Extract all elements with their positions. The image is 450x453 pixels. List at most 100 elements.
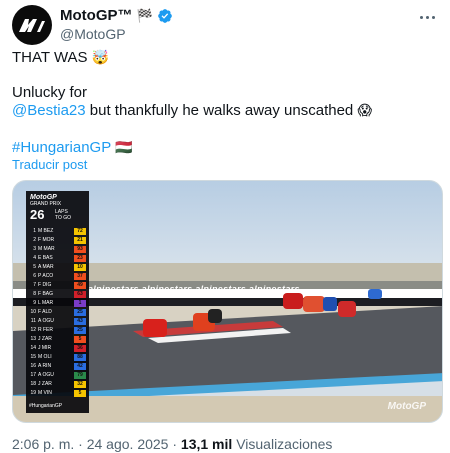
ticker-position: 10 — [30, 309, 36, 315]
screaming-face-emoji: 😱 — [357, 102, 373, 118]
more-options-icon[interactable] — [416, 7, 438, 27]
ticker-hashtag: #HungarianGP — [29, 403, 63, 409]
ticker-rider-number: 25 — [74, 326, 86, 334]
hashtag-link[interactable]: #HungarianGP — [12, 139, 111, 156]
ticker-rider: J ZAR — [38, 336, 52, 342]
avatar[interactable] — [12, 5, 52, 45]
ticker-row: 6P ACO 37 — [28, 272, 87, 280]
views-label: Visualizaciones — [236, 436, 333, 452]
ticker-row: 2F MOR 21 — [28, 236, 87, 244]
ticker-row: 10 F ALD 25 — [28, 308, 87, 316]
checkered-flag-icon: 🏁 — [136, 8, 153, 23]
ticker-position: 19 — [30, 390, 36, 396]
ticker-rider: J MIR — [38, 345, 52, 351]
ticker-rider: E BAS — [38, 255, 53, 261]
ticker-row: 1M BEZ 72 — [28, 227, 87, 235]
ticker-rider: F DIG — [38, 282, 52, 288]
views-count: 13,1 mil — [180, 436, 233, 452]
ticker-position: 8 — [33, 291, 36, 297]
ticker-position: 1 — [33, 228, 36, 234]
post-time[interactable]: 2:06 p. m. — [12, 436, 74, 452]
ticker-rider: M BEZ — [38, 228, 54, 234]
ticker-row: 12 R FER 25 — [28, 326, 87, 334]
ticker-row: 8F BAG 63 — [28, 290, 87, 298]
ticker-rider-number: 88 — [74, 353, 86, 361]
ticker-rider: F ALD — [38, 309, 52, 315]
ticker-position: 15 — [30, 354, 36, 360]
ticker-rider: L MAR — [38, 300, 54, 306]
ticker-position: 17 — [30, 372, 36, 378]
tweet-line-1: THAT WAS 🤯 — [12, 47, 109, 68]
ticker-rider: R FER — [38, 327, 53, 333]
tweet-text: but thankfully he walks away unscathed — [89, 102, 354, 119]
ticker-row: 3M MAR 93 — [28, 245, 87, 253]
ticker-rider-number: 5 — [74, 335, 86, 343]
ticker-rider-number: 79 — [74, 371, 86, 379]
ticker-position: 3 — [33, 246, 36, 252]
sponsor-banner: alpinestars alpinestars alpinestars alpi… — [88, 284, 300, 294]
ticker-rider: M VIN — [38, 390, 52, 396]
ticker-row: 4E BAS 23 — [28, 254, 87, 262]
ticker-row: 15 M OLI 88 — [28, 353, 87, 361]
ticker-rider-number: 1 — [74, 299, 86, 307]
ticker-rider-number: 36 — [74, 344, 86, 352]
ticker-position: 5 — [33, 264, 36, 270]
hungary-flag-emoji: 🇭🇺 — [115, 139, 133, 155]
ticker-rider: A RIN — [38, 363, 52, 369]
tweet-line-3: @Bestia23 but thankfully he walks away u… — [12, 100, 372, 121]
post-date[interactable]: 24 ago. 2025 — [87, 436, 169, 452]
ticker-position: 13 — [30, 336, 36, 342]
ticker-rider: M MAR — [38, 246, 55, 252]
verified-badge-icon[interactable] — [157, 8, 173, 24]
ticker-position: 18 — [30, 381, 36, 387]
ticker-row: 13 J ZAR 5 — [28, 335, 87, 343]
ticker-row: 16 A RIN 42 — [28, 362, 87, 370]
ticker-position: 14 — [30, 345, 36, 351]
name-row: MotoGP™ 🏁 — [60, 7, 173, 25]
exploding-head-emoji: 🤯 — [91, 49, 110, 65]
ticker-rider-number: 23 — [74, 254, 86, 262]
ticker-rider-number: 49 — [74, 281, 86, 289]
to-go-label: TO GO — [55, 215, 72, 221]
tweet-footer: 2:06 p. m. · 24 ago. 2025 · 13,1 mil Vis… — [12, 435, 332, 453]
tweet-text: THAT WAS — [12, 49, 88, 66]
ticker-rider-number: 32 — [74, 380, 86, 388]
ticker-rider-number: 43 — [74, 317, 86, 325]
ticker-row: 7F DIG 49 — [28, 281, 87, 289]
ticker-row: 5A MAR 10 — [28, 263, 87, 271]
tweet-header: MotoGP™ 🏁 @MotoGP — [12, 5, 438, 45]
mention-link[interactable]: @Bestia23 — [12, 102, 86, 119]
ticker-row: 9L MAR 1 — [28, 299, 87, 307]
ticker-rider-number: 5 — [74, 389, 86, 397]
ticker-rider-number: 93 — [74, 245, 86, 253]
translate-post-link[interactable]: Traducir post — [12, 157, 87, 173]
display-name[interactable]: MotoGP™ — [60, 7, 133, 25]
ticker-rider: A OGU — [38, 318, 54, 324]
ticker-row: 11 A OGU 43 — [28, 317, 87, 325]
motogp-logo-icon — [19, 19, 45, 32]
ticker-position: 6 — [33, 273, 36, 279]
video-media[interactable]: alpinestars alpinestars alpinestars alpi… — [12, 180, 443, 423]
ticker-rider: A OGU — [38, 372, 54, 378]
laps-remaining: 26 — [30, 207, 45, 222]
ticker-rider-number: 21 — [74, 236, 86, 244]
ticker-rider: A MAR — [38, 264, 54, 270]
tweet-line-4: #HungarianGP 🇭🇺 — [12, 137, 133, 158]
ticker-rider: P ACO — [38, 273, 54, 279]
ticker-row: 17 A OGU 79 — [28, 371, 87, 379]
motogp-watermark: MotoGP — [387, 401, 426, 412]
ticker-position: 12 — [30, 327, 36, 333]
ticker-position: 9 — [33, 300, 36, 306]
ticker-rider-number: 42 — [74, 362, 86, 370]
ticker-rider-number: 63 — [74, 290, 86, 298]
separator: · — [78, 436, 83, 452]
ticker-rider-number: 37 — [74, 272, 86, 280]
ticker-rider: F BAG — [38, 291, 54, 297]
ticker-row: 18 J ZAR 32 — [28, 380, 87, 388]
ticker-rider-number: 25 — [74, 308, 86, 316]
ticker-position: 7 — [33, 282, 36, 288]
user-handle[interactable]: @MotoGP — [60, 25, 126, 43]
ticker-row: 19 M VIN 5 — [28, 389, 87, 397]
ticker-rider: J ZAR — [38, 381, 52, 387]
ticker-rider: F MOR — [38, 237, 55, 243]
